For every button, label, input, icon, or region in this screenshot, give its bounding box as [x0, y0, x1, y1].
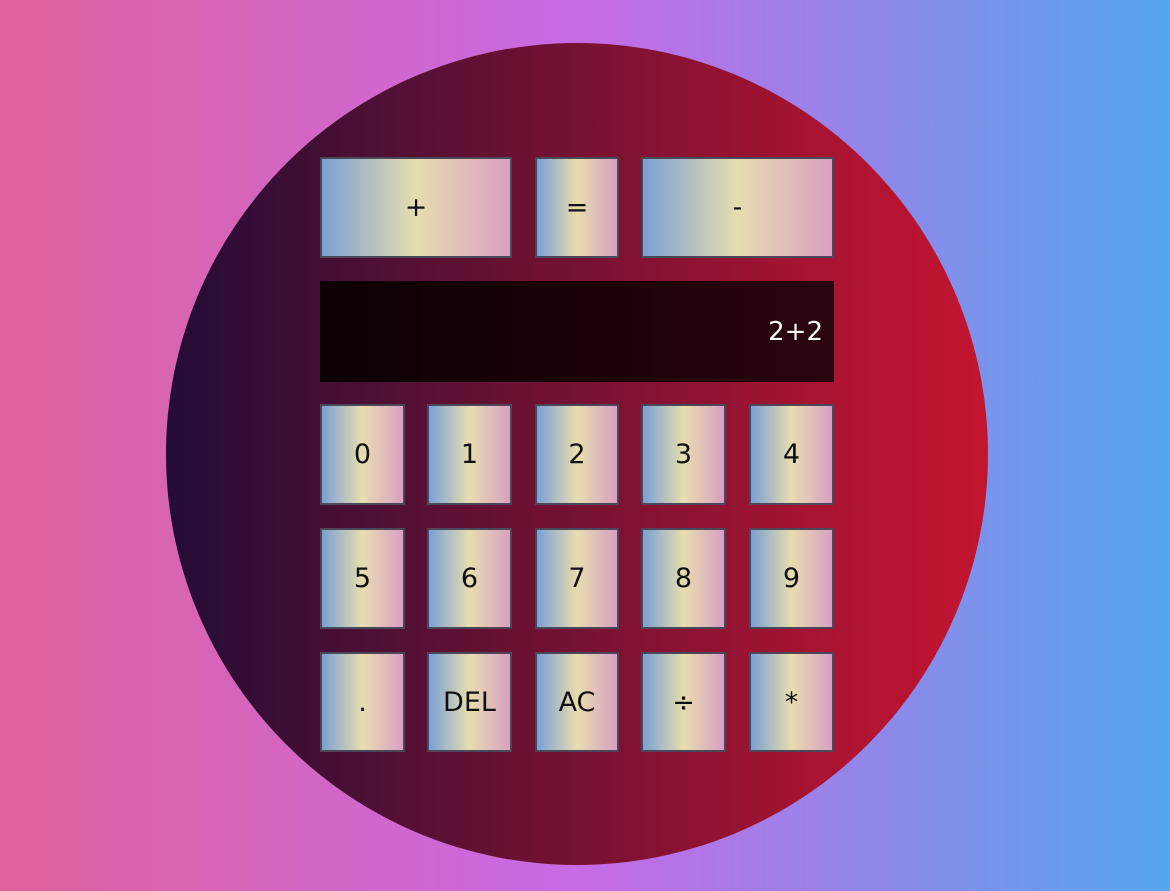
digit-1-button[interactable]: 1: [427, 404, 512, 505]
digit-5-button[interactable]: 5: [320, 528, 405, 629]
digit-6-button[interactable]: 6: [427, 528, 512, 629]
digit-2-button[interactable]: 2: [535, 404, 619, 505]
decimal-button[interactable]: .: [320, 652, 405, 752]
digit-7-button[interactable]: 7: [535, 528, 619, 629]
equals-button[interactable]: =: [535, 157, 619, 258]
calculator-display: 2+2: [320, 281, 834, 382]
plus-button[interactable]: +: [320, 157, 512, 258]
divide-button[interactable]: ÷: [641, 652, 726, 752]
all-clear-button[interactable]: AC: [535, 652, 619, 752]
digit-3-button[interactable]: 3: [641, 404, 726, 505]
minus-button[interactable]: -: [641, 157, 834, 258]
digit-0-button[interactable]: 0: [320, 404, 405, 505]
digit-9-button[interactable]: 9: [749, 528, 834, 629]
delete-button[interactable]: DEL: [427, 652, 512, 752]
multiply-button[interactable]: *: [749, 652, 834, 752]
display-value: 2+2: [768, 316, 823, 347]
digit-4-button[interactable]: 4: [749, 404, 834, 505]
digit-8-button[interactable]: 8: [641, 528, 726, 629]
